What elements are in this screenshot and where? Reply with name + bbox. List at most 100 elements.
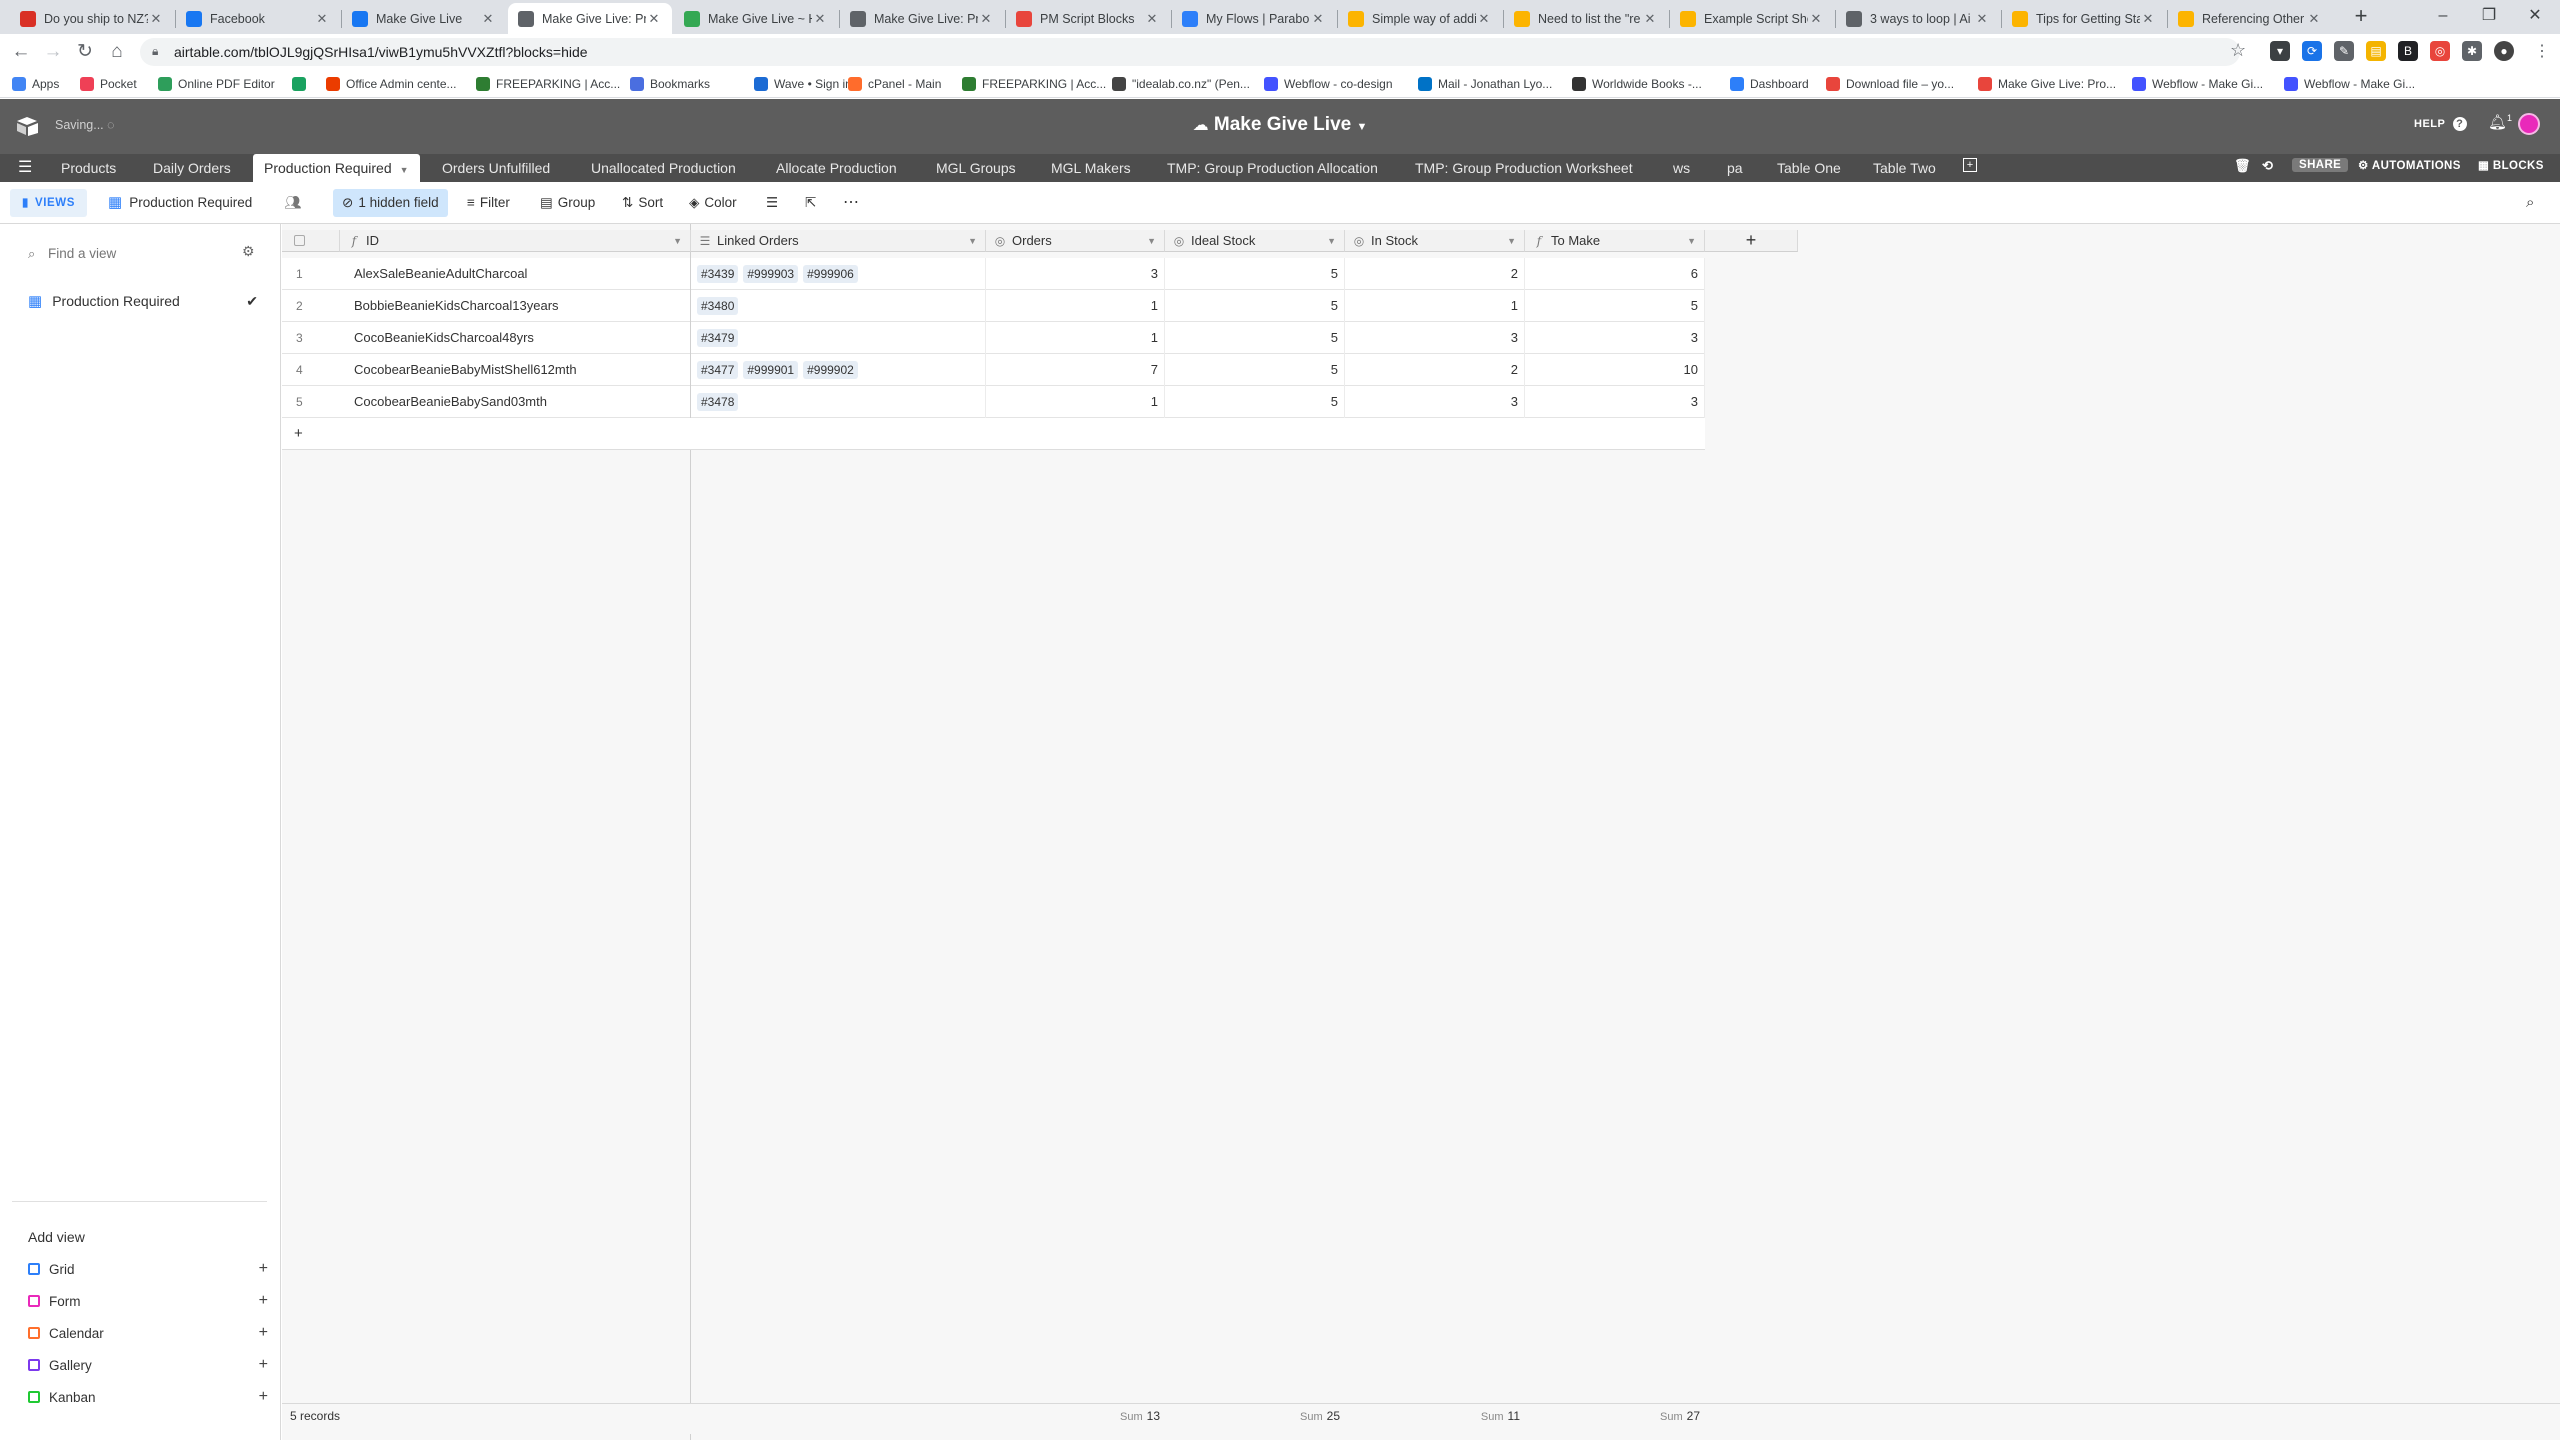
plus-icon[interactable]: + [259, 1292, 268, 1310]
add-view-calendar[interactable]: Calendar + [28, 1322, 268, 1344]
extension-target-icon[interactable]: ◎ [2430, 41, 2450, 61]
sidebar-view-production-required[interactable]: ▦ Production Required ✔ [14, 286, 264, 316]
browser-tab[interactable]: 3 ways to loop | Ai ✕ [1836, 3, 2000, 34]
bookmark-item[interactable]: Mail - Jonathan Lyo... [1418, 74, 1552, 94]
close-icon[interactable]: ✕ [1310, 11, 1326, 27]
table-tab[interactable]: Daily Orders [142, 154, 242, 182]
table-tab[interactable]: Allocate Production [765, 154, 908, 182]
bookmark-item[interactable]: Bookmarks [630, 74, 710, 94]
select-all-checkbox-cell[interactable] [282, 230, 340, 252]
row-height-icon[interactable]: ☰ [766, 189, 778, 217]
orders-cell[interactable]: 1 [986, 290, 1165, 322]
bookmark-item[interactable]: "idealab.co.nz" (Pen... [1112, 74, 1250, 94]
bookmark-item[interactable]: Dashboard [1730, 74, 1809, 94]
restore-window-button[interactable]: ❐ [2466, 0, 2512, 34]
bookmark-item[interactable]: Webflow - Make Gi... [2284, 74, 2415, 94]
browser-tab[interactable]: Make Give Live: Production✕ [840, 3, 1004, 34]
add-field-button[interactable]: + [1705, 230, 1798, 252]
views-toggle-button[interactable]: ▮ VIEWS [10, 189, 87, 217]
linked-orders-cell[interactable]: #3477 #999901 #999902 [691, 354, 986, 386]
orders-cell[interactable]: 1 [986, 386, 1165, 418]
sum-ideal-stock[interactable]: Sum 25 [1280, 1409, 1340, 1423]
browser-tab[interactable]: PM Script Blocks ✕ [1006, 3, 1170, 34]
bookmark-item[interactable]: FREEPARKING | Acc... [476, 74, 620, 94]
id-cell[interactable]: CocobearBeanieBabySand03mth [340, 386, 691, 418]
extension-eyedropper-icon[interactable]: ✎ [2334, 41, 2354, 61]
bookmark-item[interactable]: Webflow - Make Gi... [2132, 74, 2263, 94]
gear-icon[interactable]: ⚙︎ [242, 243, 255, 260]
instock-cell[interactable]: 3 [1345, 322, 1525, 354]
bookmark-item[interactable]: Webflow - co-design [1264, 74, 1393, 94]
extension-sync-icon[interactable]: ⟳ [2302, 41, 2322, 61]
linked-orders-cell[interactable]: #3480 [691, 290, 986, 322]
linked-orders-cell[interactable]: #3439 #999903 #999906 [691, 258, 986, 290]
close-icon[interactable]: ✕ [1974, 11, 1990, 27]
orders-cell[interactable]: 3 [986, 258, 1165, 290]
extension-b-icon[interactable]: B [2398, 41, 2418, 61]
chevron-down-icon[interactable]: ▼ [968, 236, 977, 246]
chevron-down-icon[interactable]: ▼ [400, 165, 409, 175]
id-cell[interactable]: BobbieBeanieKidsCharcoal13years [340, 290, 691, 322]
reload-icon[interactable]: ↻ [70, 34, 100, 70]
add-view-kanban[interactable]: Kanban + [28, 1386, 268, 1408]
linked-order-chip[interactable]: #3478 [697, 393, 739, 411]
close-icon[interactable]: ✕ [314, 11, 330, 27]
history-icon[interactable]: ⟲ [2262, 158, 2273, 174]
help-button[interactable]: HELP ? [2414, 117, 2467, 131]
bookmark-item[interactable]: Online PDF Editor [158, 74, 275, 94]
column-header-id[interactable]: f ID ▼ [340, 230, 691, 252]
filter-button[interactable]: ≡ Filter [467, 189, 510, 217]
color-button[interactable]: ◈ Color [689, 189, 737, 217]
id-cell[interactable]: CocobearBeanieBabyMistShell612mth [340, 354, 691, 386]
instock-cell[interactable]: 2 [1345, 354, 1525, 386]
hamburger-menu-icon[interactable]: ☰ [18, 157, 32, 177]
instock-cell[interactable]: 3 [1345, 386, 1525, 418]
tomake-cell[interactable]: 6 [1525, 258, 1705, 290]
instock-cell[interactable]: 1 [1345, 290, 1525, 322]
plus-icon[interactable]: + [259, 1356, 268, 1374]
home-icon[interactable]: ⌂ [102, 34, 132, 70]
add-view-grid[interactable]: Grid + [28, 1258, 268, 1280]
table-tab[interactable]: Products [50, 154, 127, 182]
base-name[interactable]: ☁︎ Make Give Live ▼ [0, 114, 2560, 136]
current-view-button[interactable]: ▦ Production Required [108, 189, 252, 217]
browser-tab[interactable]: Need to list the "re ✕ [1504, 3, 1668, 34]
chevron-down-icon[interactable]: ▼ [1507, 236, 1516, 246]
linked-order-chip[interactable]: #999903 [743, 265, 799, 283]
table-tab[interactable]: Table One [1766, 154, 1852, 182]
browser-tab[interactable]: Facebook ✕ [176, 3, 340, 34]
extension-pocket-icon[interactable]: ▾ [2270, 41, 2290, 61]
table-tab[interactable]: TMP: Group Production Allocation [1156, 154, 1389, 182]
close-icon[interactable]: ✕ [2306, 11, 2322, 27]
add-view-gallery[interactable]: Gallery + [28, 1354, 268, 1376]
search-icon[interactable]: ⌕ [2526, 189, 2534, 217]
close-icon[interactable]: ✕ [978, 11, 994, 27]
table-tab[interactable]: pa [1716, 154, 1754, 182]
table-tab[interactable]: ws [1662, 154, 1701, 182]
new-tab-button[interactable]: + [2347, 3, 2375, 31]
close-icon[interactable]: ✕ [1476, 11, 1492, 27]
bookmark-star-icon[interactable]: ☆ [2230, 40, 2246, 61]
ideal-cell[interactable]: 5 [1165, 354, 1345, 386]
bookmark-item[interactable]: Pocket [80, 74, 137, 94]
sum-orders[interactable]: Sum 13 [1100, 1409, 1160, 1423]
linked-order-chip[interactable]: #3479 [697, 329, 739, 347]
ideal-cell[interactable]: 5 [1165, 258, 1345, 290]
id-cell[interactable]: CocoBeanieKidsCharcoal48yrs [340, 322, 691, 354]
linked-orders-cell[interactable]: #3479 [691, 322, 986, 354]
browser-menu-icon[interactable]: ⋮ [2534, 41, 2550, 61]
linked-order-chip[interactable]: #999902 [803, 361, 858, 379]
bookmark-item[interactable]: Wave • Sign in [754, 74, 852, 94]
notifications-bell-icon[interactable]: 🔔︎1 [2488, 113, 2512, 131]
close-window-button[interactable]: ✕ [2512, 0, 2558, 34]
tomake-cell[interactable]: 3 [1525, 386, 1705, 418]
bookmark-item[interactable]: cPanel - Main [848, 74, 941, 94]
close-icon[interactable]: ✕ [1808, 11, 1824, 27]
browser-tab[interactable]: Do you ship to NZ? ✕ [10, 3, 174, 34]
tomake-cell[interactable]: 5 [1525, 290, 1705, 322]
add-view-form[interactable]: Form + [28, 1290, 268, 1312]
bookmark-item[interactable]: FREEPARKING | Acc... [962, 74, 1106, 94]
browser-tab[interactable]: Referencing Other ✕ [2168, 3, 2332, 34]
browser-tab[interactable]: Example Script Sho ✕ [1670, 3, 1834, 34]
table-tab[interactable]: MGL Makers [1040, 154, 1142, 182]
